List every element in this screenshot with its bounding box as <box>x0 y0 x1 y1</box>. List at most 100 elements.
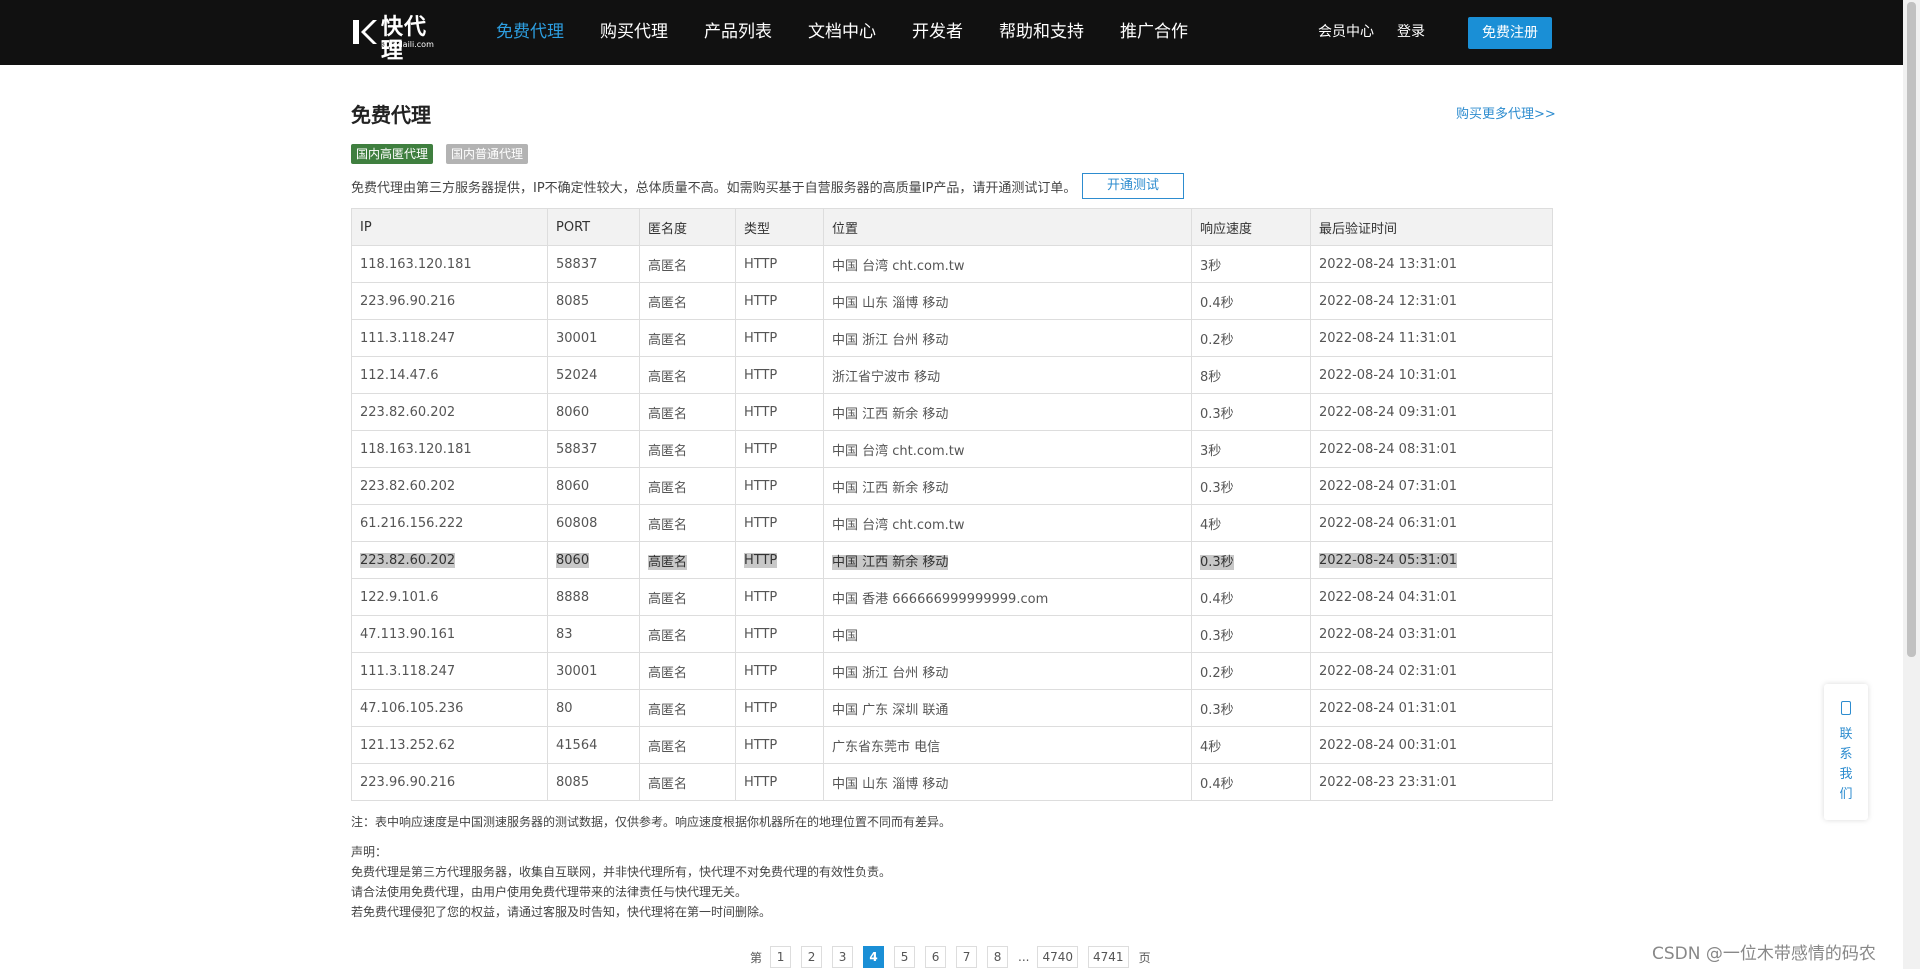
page-link[interactable]: 5 <box>894 946 916 968</box>
cell-text: 2022-08-24 02:31:01 <box>1319 663 1458 679</box>
watermark: CSDN @一位木带感情的码农 <box>1652 944 1876 964</box>
cell-ip: 112.14.47.6 <box>351 356 548 394</box>
cell-text: 121.13.252.62 <box>360 737 456 753</box>
page-link[interactable]: 4741 <box>1088 946 1129 968</box>
cell-anonymity: 高匿名 <box>639 615 736 653</box>
cell-verified-time: 2022-08-24 05:31:01 <box>1310 541 1553 579</box>
cell-speed: 0.3秒 <box>1191 467 1311 505</box>
cell-text: 中国 江西 新余 移动 <box>832 480 949 496</box>
cell-anonymity: 高匿名 <box>639 763 736 801</box>
tab-normal-proxy[interactable]: 国内普通代理 <box>446 144 529 164</box>
cell-ip: 118.163.120.181 <box>351 245 548 283</box>
cell-location: 中国 江西 新余 移动 <box>823 467 1192 505</box>
contact-us-float[interactable]: 联系我们 <box>1824 684 1868 820</box>
logo-k-icon <box>353 20 377 44</box>
cell-text: 2022-08-24 11:31:01 <box>1319 330 1458 346</box>
buy-more-link[interactable]: 购买更多代理>> <box>1456 103 1556 122</box>
cell-type: HTTP <box>735 726 824 764</box>
cell-text: 4秒 <box>1200 517 1222 533</box>
tab-high-anonymity[interactable]: 国内高匿代理 <box>351 144 434 164</box>
cell-text: 8060 <box>556 404 590 420</box>
cell-text: 0.4秒 <box>1200 591 1234 607</box>
cell-text: 中国 广东 深圳 联通 <box>832 702 949 718</box>
cell-location: 中国 香港 666666999999999.com <box>823 578 1192 616</box>
cell-verified-time: 2022-08-24 10:31:01 <box>1310 356 1553 394</box>
member-center-link[interactable]: 会员中心 <box>1318 0 1374 65</box>
page-link[interactable]: 8 <box>987 946 1009 968</box>
header-verified-time: 最后验证时间 <box>1310 208 1553 246</box>
login-link[interactable]: 登录 <box>1397 0 1425 65</box>
cell-type: HTTP <box>735 245 824 283</box>
open-trial-button[interactable]: 开通测试 <box>1082 173 1184 199</box>
cell-text: 223.82.60.202 <box>360 552 456 568</box>
page-link[interactable]: 7 <box>956 946 978 968</box>
cell-location: 中国 江西 新余 移动 <box>823 541 1192 579</box>
cell-text: 0.3秒 <box>1200 628 1234 644</box>
pagination-ellipsis: ... <box>1018 950 1030 964</box>
page-link-current[interactable]: 4 <box>863 946 885 968</box>
cell-speed: 0.4秒 <box>1191 763 1311 801</box>
cell-ip: 111.3.118.247 <box>351 319 548 357</box>
cell-text: HTTP <box>744 700 778 716</box>
main-nav: 免费代理 购买代理 产品列表 文档中心 开发者 帮助和支持 推广合作 <box>496 0 1224 65</box>
page-link[interactable]: 6 <box>925 946 947 968</box>
cell-text: 118.163.120.181 <box>360 441 472 457</box>
page-scrollbar[interactable] <box>1903 0 1920 969</box>
cell-port: 30001 <box>547 652 640 690</box>
nav-free-proxy[interactable]: 免费代理 <box>496 0 564 65</box>
cell-text: HTTP <box>744 404 778 420</box>
cell-text: 30001 <box>556 663 598 679</box>
cell-verified-time: 2022-08-24 13:31:01 <box>1310 245 1553 283</box>
cell-text: 2022-08-24 00:31:01 <box>1319 737 1458 753</box>
cell-type: HTTP <box>735 541 824 579</box>
cell-text: 2022-08-24 06:31:01 <box>1319 515 1458 531</box>
nav-docs[interactable]: 文档中心 <box>808 0 876 65</box>
page-link[interactable]: 1 <box>770 946 792 968</box>
nav-developer[interactable]: 开发者 <box>912 0 963 65</box>
declaration-line: 请合法使用免费代理，由用户使用免费代理带来的法律责任与快代理无关。 <box>351 885 748 899</box>
cell-text: 52024 <box>556 367 598 383</box>
cell-ip: 223.82.60.202 <box>351 467 548 505</box>
scrollbar-thumb[interactable] <box>1907 2 1916 657</box>
page-link[interactable]: 2 <box>801 946 823 968</box>
cell-text: 0.3秒 <box>1200 480 1234 496</box>
cell-text: 8085 <box>556 774 590 790</box>
declaration: 声明： 免费代理是第三方代理服务器，收集自互联网，并非快代理所有，快代理不对免费… <box>351 842 891 922</box>
nav-partner[interactable]: 推广合作 <box>1120 0 1188 65</box>
cell-port: 8085 <box>547 282 640 320</box>
table-row: 223.82.60.202 8060 高匿名 HTTP 中国 江西 新余 移动 0.3秒 2… <box>351 467 1553 505</box>
cell-text: HTTP <box>744 441 778 457</box>
cell-text: 58837 <box>556 441 598 457</box>
cell-type: HTTP <box>735 356 824 394</box>
cell-text: 61.216.156.222 <box>360 515 464 531</box>
cell-verified-time: 2022-08-24 04:31:01 <box>1310 578 1553 616</box>
nav-buy-proxy[interactable]: 购买代理 <box>600 0 668 65</box>
site-logo[interactable]: 快代理 kuaidaili.com <box>351 16 447 64</box>
cell-text: HTTP <box>744 256 778 272</box>
cell-text: HTTP <box>744 552 778 568</box>
cell-ip: 121.13.252.62 <box>351 726 548 764</box>
table-row: 223.82.60.202 8060 高匿名 HTTP 中国 江西 新余 移动 0.3秒 2… <box>351 393 1553 431</box>
declaration-line: 若免费代理侵犯了您的权益，请通过客服及时告知，快代理将在第一时间删除。 <box>351 905 772 919</box>
nav-products[interactable]: 产品列表 <box>704 0 772 65</box>
cell-verified-time: 2022-08-24 00:31:01 <box>1310 726 1553 764</box>
cell-anonymity: 高匿名 <box>639 504 736 542</box>
page-link[interactable]: 4740 <box>1037 946 1079 968</box>
cell-port: 52024 <box>547 356 640 394</box>
cell-text: HTTP <box>744 515 778 531</box>
nav-help[interactable]: 帮助和支持 <box>999 0 1084 65</box>
cell-text: 高匿名 <box>648 406 688 422</box>
pagination-suffix: 页 <box>1138 950 1151 965</box>
cell-location: 中国 广东 深圳 联通 <box>823 689 1192 727</box>
cell-text: 30001 <box>556 330 598 346</box>
table-row: 223.96.90.216 8085 高匿名 HTTP 中国 山东 淄博 移动 0.4秒 2… <box>351 282 1553 320</box>
cell-text: 58837 <box>556 256 598 272</box>
page-link[interactable]: 3 <box>832 946 854 968</box>
cell-port: 8060 <box>547 541 640 579</box>
cell-location: 中国 台湾 cht.com.tw <box>823 504 1192 542</box>
register-button[interactable]: 免费注册 <box>1468 17 1552 49</box>
cell-text: HTTP <box>744 478 778 494</box>
cell-port: 30001 <box>547 319 640 357</box>
cell-text: 高匿名 <box>648 591 688 607</box>
cell-speed: 0.4秒 <box>1191 282 1311 320</box>
